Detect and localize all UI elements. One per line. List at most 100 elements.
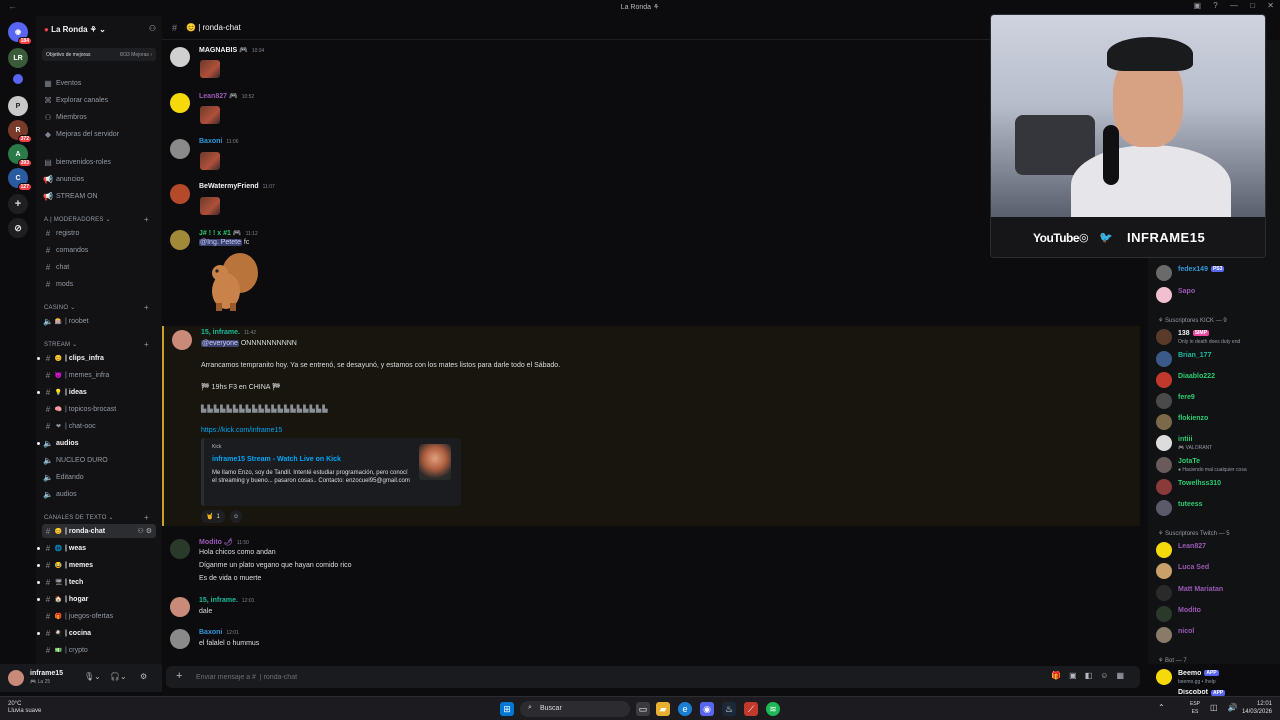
microphone-icon[interactable]: 🎙⌄	[84, 672, 101, 681]
member-item[interactable]: tuteess	[1156, 499, 1274, 517]
add-channel-icon[interactable]: +	[144, 340, 149, 349]
message-input[interactable]	[196, 670, 1016, 684]
message-link[interactable]: https://kick.com/inframe15	[201, 427, 282, 434]
attach-plus-icon[interactable]: +	[176, 670, 182, 682]
member-item[interactable]: fedex149 PS3	[1156, 264, 1274, 282]
channel-audios[interactable]: 🔈 audios	[42, 436, 156, 450]
category-casino[interactable]: CASINO ⌄ +	[44, 303, 149, 312]
channel-juegos-ofertas[interactable]: # 🎁 | juegos-ofertas	[42, 609, 156, 623]
network-volume-icons[interactable]: ◫ 🔊	[1210, 703, 1242, 712]
spotify-icon[interactable]: ≋	[766, 702, 780, 716]
channel-weas[interactable]: # 🌐 | weas	[42, 541, 156, 555]
clock[interactable]: 12:01 14/03/2026	[1242, 700, 1272, 716]
member-item[interactable]: 138 SIMP Only in death does duty end	[1156, 328, 1274, 346]
task-view-icon[interactable]: ▭	[636, 702, 650, 716]
guild-header[interactable]: ● La Ronda ⚘ ⌄ ⚇	[36, 18, 162, 40]
gear-icon[interactable]: ⚙	[140, 672, 147, 681]
user-mention[interactable]: @Ing. Petete	[199, 239, 242, 246]
channel-cocina[interactable]: # 🍳 | cocina	[42, 626, 156, 640]
channel-nucleo-duro[interactable]: 🔈 NUCLEO DURO	[42, 453, 156, 467]
minimize-button[interactable]: —	[1230, 1, 1238, 10]
channel-ronda-chat[interactable]: # 😊 | ronda-chat ⚇ ⚙	[42, 524, 156, 538]
member-item[interactable]: Diaablo222	[1156, 371, 1274, 389]
message-author[interactable]: 15, inframe. 12:01	[199, 597, 254, 604]
channel-settings-icon[interactable]: ⚇ ⚙	[138, 527, 153, 535]
category-canales-de-texto[interactable]: CANALES DE TEXTO ⌄ +	[44, 513, 149, 522]
avatar[interactable]	[170, 629, 190, 649]
member-item[interactable]: Towelhss310	[1156, 478, 1274, 496]
add-reaction-button[interactable]: ☺	[230, 510, 243, 523]
channel-ideas[interactable]: # 💡 | ideas	[42, 385, 156, 399]
language-indicator[interactable]: ESP ES	[1190, 700, 1200, 716]
steam-icon[interactable]: ♨	[722, 702, 736, 716]
member-item[interactable]: Brian_177	[1156, 350, 1274, 368]
message-author[interactable]: Baxoni 12:01	[199, 629, 239, 636]
gif-icon[interactable]: ▣	[1069, 671, 1085, 680]
category-moderadores[interactable]: A.| Moderadores ⌄ +	[44, 215, 149, 224]
app-icon[interactable]: ⟋	[744, 702, 758, 716]
member-item[interactable]: fere9	[1156, 392, 1274, 410]
avatar[interactable]	[170, 139, 190, 159]
channel-editando[interactable]: 🔈 Editando	[42, 470, 156, 484]
reaction-button[interactable]: 🤘 1	[201, 510, 225, 523]
embed-title[interactable]: inframe15 Stream - Watch Live on Kick	[212, 456, 341, 463]
category-stream[interactable]: STREAM ⌄ +	[44, 340, 149, 349]
message-author[interactable]: J# ! ! x #1 🎮 11:12	[199, 229, 258, 237]
emoji-picker-icon[interactable]: ☺	[1100, 671, 1116, 680]
member-item[interactable]: Lean827	[1156, 541, 1274, 559]
add-channel-icon[interactable]: +	[144, 513, 149, 522]
server-icon-5[interactable]: C 127	[8, 168, 32, 191]
file-explorer-icon[interactable]: ▰	[656, 702, 670, 716]
channel-mods[interactable]: # mods	[42, 277, 156, 291]
channel-comandos[interactable]: # comandos	[42, 243, 156, 257]
invite-icon[interactable]: ⚇	[149, 24, 156, 33]
add-channel-icon[interactable]: +	[144, 215, 149, 224]
channel-stream-on[interactable]: 📢 STREAM ON	[42, 189, 156, 203]
windows-start-icon[interactable]: ⊞	[500, 702, 514, 716]
channel-roobet[interactable]: 🔈 🎰 | roobet	[42, 314, 156, 328]
member-item[interactable]: Sapo	[1156, 286, 1274, 304]
apps-icon[interactable]: ▦	[1116, 671, 1132, 680]
member-item[interactable]: JotaTe ● Haciendo mal cualquier cosa	[1156, 456, 1274, 474]
member-name-partial[interactable]: Discobot APP	[1178, 689, 1226, 696]
channel-bienvenidos-roles[interactable]: ▤ bienvenidos-roles	[42, 155, 156, 169]
taskbar-search[interactable]: ⌕ Buscar	[520, 701, 630, 717]
channel-chat-ooc[interactable]: # ❤ | chat-ooc	[42, 419, 156, 433]
discord-taskbar-icon[interactable]: ◉	[700, 702, 714, 716]
headphones-icon[interactable]: 🎧⌄	[110, 672, 127, 681]
channel-clips-infra[interactable]: # 😊 | clips_infra	[42, 351, 156, 365]
message-author[interactable]: Lean827 🎮 10:52	[199, 92, 254, 100]
member-item[interactable]: Matt Mariatan	[1156, 584, 1274, 602]
direct-messages-button[interactable]: ◉ 184	[8, 22, 32, 45]
message-author[interactable]: 15, inframe. 11:42	[201, 329, 256, 336]
channel-hogar[interactable]: # 🏠 | hogar	[42, 592, 156, 606]
channel-topicos-brocast[interactable]: # 🧠 | topicos-brocast	[42, 402, 156, 416]
nav-events[interactable]: ▦ Eventos	[42, 76, 156, 90]
add-channel-icon[interactable]: +	[144, 303, 149, 312]
add-server-button[interactable]: +	[8, 194, 28, 214]
maximize-button[interactable]: □	[1250, 1, 1255, 10]
message-author[interactable]: BeWatermyFriend 11:07	[199, 183, 275, 190]
everyone-mention[interactable]: @everyone	[201, 340, 239, 347]
channel-registro[interactable]: # registro	[42, 226, 156, 240]
channel-crypto[interactable]: # 💵 | crypto	[42, 643, 156, 657]
message-author[interactable]: Modito 🌶 11:50	[199, 538, 249, 546]
channel-anuncios[interactable]: 📢 anuncios	[42, 172, 156, 186]
avatar[interactable]	[172, 330, 192, 350]
server-icon-3[interactable]: R 372	[8, 120, 32, 143]
nav-members[interactable]: ⚇ Miembros	[42, 110, 156, 124]
edge-icon[interactable]: e	[678, 702, 692, 716]
server-icon-2[interactable]: P	[8, 96, 28, 116]
nav-server-boosts[interactable]: ◆ Mejoras del servidor	[42, 127, 156, 141]
explore-servers-button[interactable]: ⊘	[8, 218, 28, 238]
channel-memes[interactable]: # 😂 | memes	[42, 558, 156, 572]
gift-icon[interactable]: 🎁	[1051, 671, 1069, 680]
member-item[interactable]: flokienzo	[1156, 413, 1274, 431]
avatar[interactable]	[8, 670, 24, 686]
boost-goal-bar[interactable]: Objetivo de mejoras 8/33 Mejoras ›	[42, 48, 156, 61]
server-folder[interactable]	[13, 74, 23, 84]
channel-tech[interactable]: # 🖥 | tech	[42, 575, 156, 589]
member-item[interactable]: Beemo APP beemo.gg • /help	[1156, 668, 1274, 686]
message-author[interactable]: Baxoni 11:06	[199, 138, 239, 145]
message-author[interactable]: MAGNABIS 🎮 10:34	[199, 46, 264, 54]
